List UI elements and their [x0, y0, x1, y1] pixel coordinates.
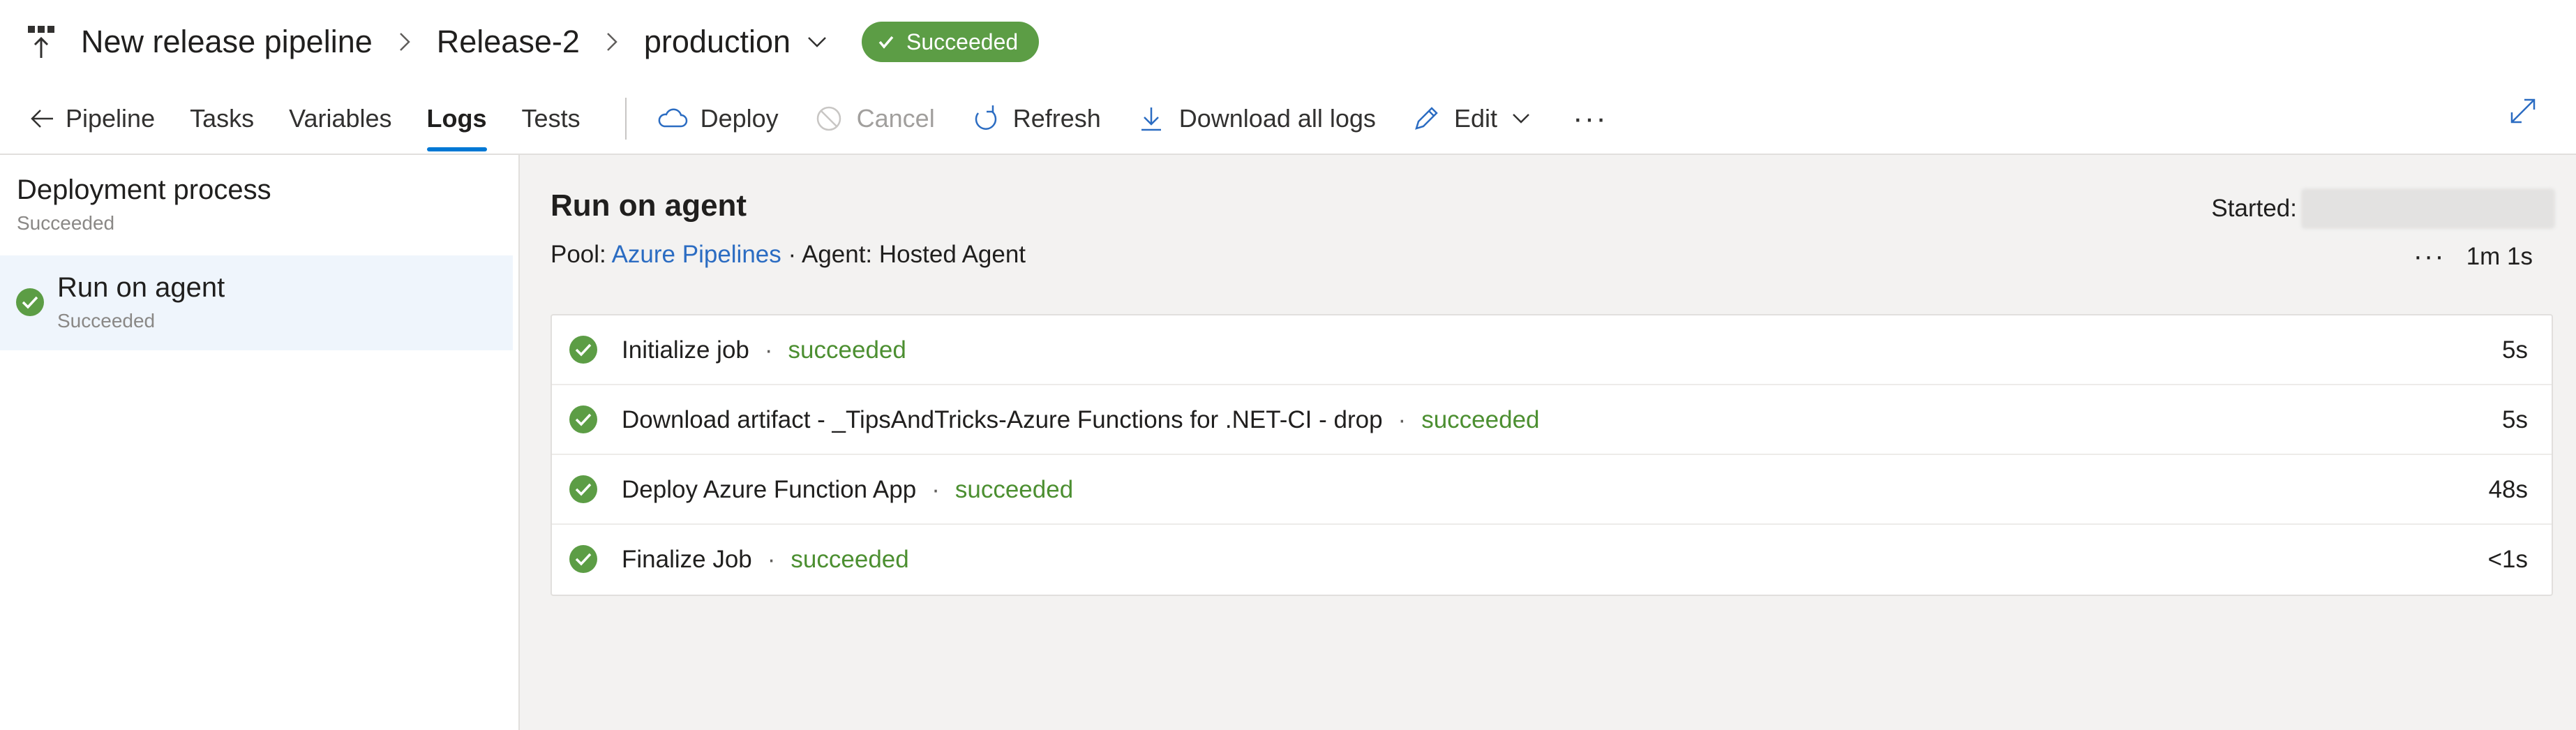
tab-pipeline-label: Pipeline: [66, 104, 156, 133]
step-duration: <1s: [2487, 546, 2528, 573]
success-check-icon: [569, 545, 597, 573]
job-item-status: Succeeded: [57, 310, 156, 332]
agent-label: Agent: Hosted Agent: [801, 241, 1026, 268]
deploy-button[interactable]: Deploy: [657, 91, 779, 147]
success-check-icon: [569, 475, 597, 503]
job-log-panel: Run on agent Pool: Azure Pipelines · Age…: [520, 155, 2576, 730]
check-icon: [878, 36, 894, 49]
deploy-button-label: Deploy: [700, 104, 779, 133]
list-item[interactable]: Finalize Job · succeeded <1s: [552, 525, 2552, 595]
step-status: succeeded: [954, 476, 1074, 503]
page-header: New release pipeline Release-2 productio…: [0, 0, 2576, 84]
tab-tasks-label: Tasks: [190, 104, 255, 133]
breadcrumb-environment[interactable]: production: [644, 24, 791, 60]
tab-logs-label: Logs: [426, 104, 487, 133]
step-separator: ·: [931, 476, 940, 503]
refresh-icon: [970, 103, 1001, 134]
success-check-icon: [16, 288, 44, 316]
expand-icon[interactable]: [2508, 96, 2538, 126]
step-separator: ·: [767, 546, 776, 573]
tab-tests-label: Tests: [521, 104, 581, 133]
meta-separator: ·: [788, 241, 797, 268]
refresh-button[interactable]: Refresh: [970, 91, 1101, 147]
list-item[interactable]: Deploy Azure Function App · succeeded 48s: [552, 455, 2552, 525]
refresh-button-label: Refresh: [1012, 104, 1101, 133]
job-meta: Pool: Azure Pipelines · Agent: Hosted Ag…: [551, 241, 1026, 269]
success-check-icon: [569, 336, 597, 364]
list-item[interactable]: Download artifact - _TipsAndTricks-Azure…: [552, 385, 2552, 455]
step-status: succeeded: [788, 336, 906, 364]
more-options-icon[interactable]: ···: [1573, 91, 1608, 147]
step-name: Deploy Azure Function App: [622, 476, 917, 503]
step-name: Initialize job: [622, 336, 749, 364]
tab-tests[interactable]: Tests: [522, 83, 581, 154]
cancel-button-label: Cancel: [856, 104, 935, 133]
job-duration: ··· 1m 1s: [2413, 241, 2533, 272]
step-duration: 5s: [2502, 336, 2528, 364]
step-status: succeeded: [1421, 406, 1540, 433]
started-info: Started:: [2211, 188, 2555, 229]
breadcrumb-release[interactable]: Release-2: [437, 24, 580, 60]
chevron-right-icon: [598, 28, 626, 56]
chevron-down-icon: [1513, 114, 1529, 124]
started-time-redacted: [2301, 188, 2555, 229]
job-title: Run on agent: [551, 188, 747, 223]
steps-list: Initialize job · succeeded 5s Download art…: [551, 314, 2553, 596]
release-pipeline-icon: [27, 24, 57, 59]
arrow-left-icon: [31, 110, 53, 128]
cloud-icon: [657, 103, 688, 134]
tab-variables[interactable]: Variables: [289, 83, 391, 154]
tab-pipeline[interactable]: Pipeline: [28, 83, 155, 154]
pool-label: Pool:: [551, 241, 606, 268]
tab-variables-label: Variables: [289, 104, 392, 133]
edit-button[interactable]: Edit: [1411, 91, 1531, 147]
status-badge-label: Succeeded: [906, 29, 1019, 54]
step-separator: ·: [1398, 406, 1407, 433]
list-item[interactable]: Initialize job · succeeded 5s: [552, 315, 2552, 385]
tab-tasks[interactable]: Tasks: [190, 83, 254, 154]
toolbar-divider: [624, 98, 627, 140]
deployment-process-title[interactable]: Deployment process: [17, 174, 271, 206]
toolbar: Pipeline Tasks Variables Logs Tests Depl…: [0, 84, 2576, 155]
step-separator: ·: [764, 336, 773, 364]
pencil-icon: [1411, 103, 1441, 134]
step-duration: 48s: [2488, 476, 2528, 503]
cancel-icon: [814, 103, 844, 134]
pool-link[interactable]: Azure Pipelines: [612, 241, 781, 268]
step-name: Finalize Job: [622, 546, 752, 573]
chevron-down-icon[interactable]: [803, 28, 831, 56]
job-duration-value: 1m 1s: [2466, 242, 2533, 270]
more-options-icon[interactable]: ···: [2413, 241, 2446, 272]
step-duration: 5s: [2502, 406, 2528, 433]
breadcrumb-pipeline[interactable]: New release pipeline: [81, 24, 373, 60]
chevron-right-icon: [391, 28, 419, 56]
download-icon: [1136, 103, 1167, 134]
edit-button-label: Edit: [1453, 104, 1497, 133]
download-all-logs-button[interactable]: Download all logs: [1136, 91, 1376, 147]
step-status: succeeded: [791, 546, 909, 573]
cancel-button[interactable]: Cancel: [814, 91, 935, 147]
tab-logs[interactable]: Logs: [426, 83, 487, 154]
download-button-label: Download all logs: [1178, 104, 1376, 133]
deployment-process-status: Succeeded: [17, 212, 115, 234]
job-item-name: Run on agent: [57, 272, 225, 303]
deployment-process-panel: Deployment process Succeeded Run on agen…: [0, 155, 520, 730]
step-name: Download artifact - _TipsAndTricks-Azure…: [622, 406, 1383, 433]
job-item-run-on-agent[interactable]: Run on agent Succeeded: [0, 255, 513, 350]
started-label: Started:: [2211, 195, 2297, 222]
success-check-icon: [569, 405, 597, 433]
status-badge: Succeeded: [862, 22, 1040, 62]
